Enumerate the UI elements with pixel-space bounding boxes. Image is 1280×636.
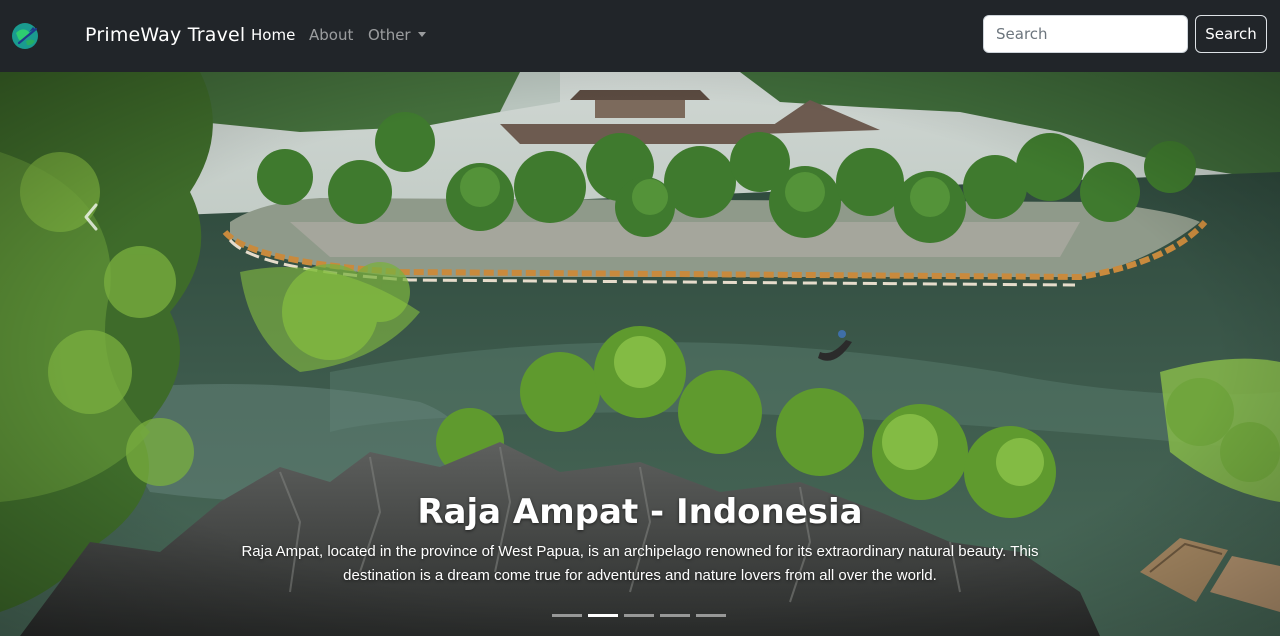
- carousel-indicator-2[interactable]: [588, 614, 618, 617]
- globe-plane-icon[interactable]: [10, 21, 40, 51]
- nav-home[interactable]: Home: [251, 24, 295, 46]
- nav-about[interactable]: About: [309, 24, 353, 46]
- search-input[interactable]: [983, 15, 1188, 53]
- carousel-caption: Raja Ampat - Indonesia Raja Ampat, locat…: [200, 490, 1080, 588]
- carousel-indicator-4[interactable]: [660, 614, 690, 617]
- navbar: PrimeWay Travel Home About Other Search: [0, 0, 1280, 72]
- chevron-left-icon: [84, 203, 98, 231]
- caret-down-icon: [417, 32, 426, 37]
- carousel-indicator-1[interactable]: [552, 614, 582, 617]
- slide-title: Raja Ampat - Indonesia: [417, 492, 863, 532]
- carousel-prev-control[interactable]: [70, 192, 110, 242]
- search-button[interactable]: Search: [1195, 15, 1267, 53]
- carousel-indicator-3[interactable]: [624, 614, 654, 617]
- nav-other-dropdown[interactable]: Other: [368, 24, 426, 46]
- slide-description: Raja Ampat, located in the province of W…: [241, 543, 1039, 584]
- carousel-indicator-5[interactable]: [696, 614, 726, 617]
- hero-carousel: Raja Ampat - Indonesia Raja Ampat, locat…: [0, 72, 1280, 636]
- carousel-indicators: [552, 614, 732, 620]
- nav-other-label: Other: [368, 26, 411, 44]
- brand-name[interactable]: PrimeWay Travel: [85, 22, 245, 48]
